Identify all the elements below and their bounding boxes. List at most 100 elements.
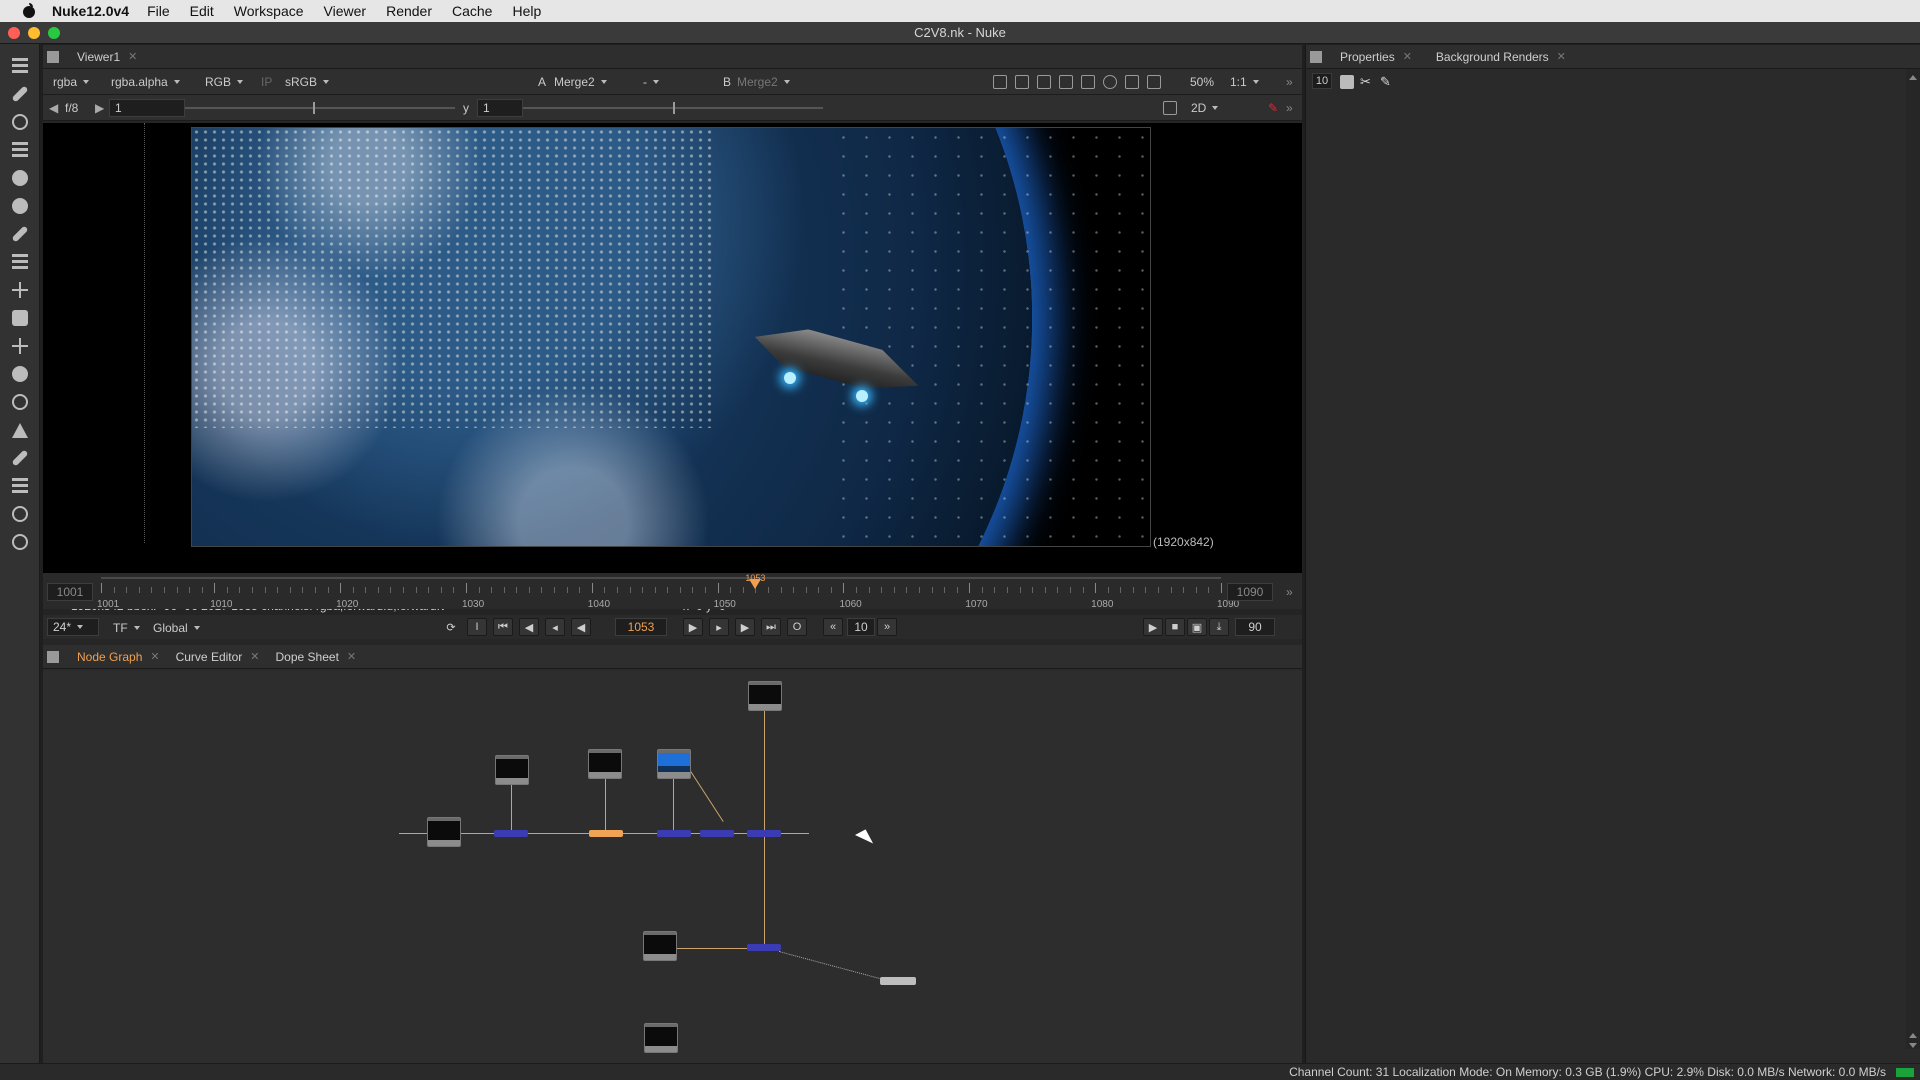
gain-slider[interactable] (185, 102, 455, 114)
edit-icon[interactable]: ✎ (1380, 75, 1394, 89)
tab-node-graph[interactable]: Node Graph ✕ (69, 646, 168, 668)
menu-viewer[interactable]: Viewer (324, 3, 367, 19)
gamma-slider[interactable] (523, 102, 823, 114)
fstop-decrease-icon[interactable]: ◀ (49, 98, 58, 118)
3d-icon[interactable] (10, 308, 30, 328)
toolsets-icon[interactable] (10, 448, 30, 468)
scroll-up-icon[interactable] (1909, 75, 1917, 80)
step-forward-icon[interactable]: » (877, 618, 897, 636)
proxy-icon[interactable] (1015, 75, 1029, 89)
tf-dropdown[interactable]: TF (113, 618, 140, 638)
timeline[interactable]: 1001 1001 1010 1020 1030 1040 1050 1060 1070 108… (43, 573, 1302, 610)
scroll-up-icon[interactable] (1909, 1033, 1917, 1038)
frame-count-field[interactable]: 90 (1235, 618, 1275, 636)
deep-icon[interactable] (10, 364, 30, 384)
properties-scrollbar[interactable] (1906, 69, 1920, 1049)
ratio-dropdown[interactable]: 1:1 (1230, 72, 1259, 92)
merge-node[interactable] (747, 944, 781, 951)
tab-properties[interactable]: Properties ✕ (1332, 46, 1420, 68)
view-mode-dropdown[interactable]: 2D (1191, 98, 1273, 118)
first-frame-icon[interactable]: ⏮ (493, 618, 513, 636)
pane-menu-icon-3[interactable] (1310, 50, 1322, 63)
app-menu[interactable]: Nuke12.0v4 (52, 3, 129, 19)
time-icon[interactable] (10, 112, 30, 132)
channels-dropdown[interactable]: rgba (53, 72, 89, 92)
close-tab-icon[interactable]: ✕ (128, 50, 137, 63)
current-frame-field[interactable]: 1053 (615, 618, 667, 636)
timeline-end-field[interactable]: 1090 (1227, 583, 1273, 601)
next-keyframe-icon[interactable]: ▶ (735, 618, 755, 636)
play-forward-icon[interactable]: ▶ (683, 618, 703, 636)
play-backward-icon[interactable]: ◀ (571, 618, 591, 636)
menu-edit[interactable]: Edit (190, 3, 214, 19)
range-mode-dropdown[interactable]: Global (153, 618, 200, 638)
read-node[interactable] (644, 1023, 678, 1053)
timeline-ruler[interactable]: 1001 1010 1020 1030 1040 1050 1060 1070 1080 1090… (97, 573, 1239, 610)
ocula-icon[interactable] (10, 532, 30, 552)
merge-node[interactable] (494, 830, 528, 837)
close-window-button[interactable] (8, 27, 20, 39)
draw-icon[interactable] (10, 84, 30, 104)
increment-field[interactable]: 10 (847, 618, 875, 636)
in-point-button[interactable]: I (467, 618, 487, 636)
channel-icon[interactable] (10, 140, 30, 160)
viewer-viewport[interactable]: (1920x842) (43, 123, 1302, 595)
alpha-channel-dropdown[interactable]: rgba.alpha (111, 72, 180, 92)
out-point-button[interactable]: O (787, 618, 807, 636)
prev-frame-icon[interactable]: ◂ (545, 618, 565, 636)
fstop-increase-icon[interactable]: ▶ (95, 98, 104, 118)
read-node[interactable] (588, 749, 622, 779)
merge-icon[interactable] (10, 252, 30, 272)
region-select-icon[interactable] (1163, 101, 1177, 115)
other-icon[interactable] (10, 476, 30, 496)
menu-file[interactable]: File (147, 3, 170, 19)
color-icon[interactable] (10, 168, 30, 188)
menu-help[interactable]: Help (512, 3, 541, 19)
menu-cache[interactable]: Cache (452, 3, 492, 19)
tab-dope-sheet[interactable]: Dope Sheet ✕ (268, 646, 365, 668)
close-tab-icon[interactable]: ✕ (1403, 50, 1412, 63)
max-panels-field[interactable]: 10 (1312, 73, 1332, 89)
next-frame-icon[interactable]: ▸ (709, 618, 729, 636)
lut-dropdown[interactable]: sRGB (285, 72, 329, 92)
zoom-level[interactable]: 50% (1190, 72, 1214, 92)
paint-brush-icon[interactable]: ✎ (1268, 98, 1278, 118)
filter-icon[interactable] (10, 196, 30, 216)
metadata-icon[interactable] (10, 420, 30, 440)
furnace-icon[interactable] (10, 504, 30, 524)
merge-node[interactable] (747, 830, 781, 837)
close-tab-icon[interactable]: ✕ (150, 650, 159, 663)
lock-icon[interactable] (1340, 75, 1354, 89)
particles-icon[interactable] (10, 336, 30, 356)
pane-menu-icon[interactable] (47, 50, 59, 63)
image-icon[interactable] (10, 56, 30, 76)
wipe-icon[interactable] (1037, 75, 1051, 89)
overlay-icon[interactable] (1059, 75, 1073, 89)
apple-icon[interactable] (20, 3, 40, 19)
close-tab-icon[interactable]: ✕ (347, 650, 356, 663)
zoom-window-button[interactable] (48, 27, 60, 39)
views-icon[interactable] (10, 392, 30, 412)
ip-button[interactable]: IP (261, 72, 272, 92)
last-frame-icon[interactable]: ⏭ (761, 618, 781, 636)
step-back-icon[interactable]: « (823, 618, 843, 636)
merge-node[interactable] (657, 830, 691, 837)
refresh-icon[interactable] (1103, 75, 1117, 89)
merge-node-selected[interactable] (589, 830, 623, 837)
menu-render[interactable]: Render (386, 3, 432, 19)
tab-viewer1[interactable]: Viewer1 ✕ (69, 46, 145, 68)
pane-menu-icon-2[interactable] (47, 650, 59, 663)
scroll-down-icon[interactable] (1909, 1043, 1917, 1048)
more-chevron-icon[interactable]: » (1286, 72, 1293, 92)
gpu-icon[interactable] (1125, 75, 1139, 89)
timeline-expand-icon[interactable]: » (1286, 585, 1293, 599)
read-node[interactable] (657, 749, 691, 779)
b-input-dropdown[interactable]: Merge2 (737, 72, 790, 92)
keyer-icon[interactable] (10, 224, 30, 244)
clear-icon[interactable]: ✂ (1360, 75, 1374, 89)
fps-dropdown[interactable]: 24* (47, 618, 99, 636)
read-node[interactable] (495, 755, 529, 785)
close-tab-icon[interactable]: ✕ (250, 650, 259, 663)
transform-icon[interactable] (10, 280, 30, 300)
fstop-value[interactable]: f/8 (65, 98, 78, 118)
